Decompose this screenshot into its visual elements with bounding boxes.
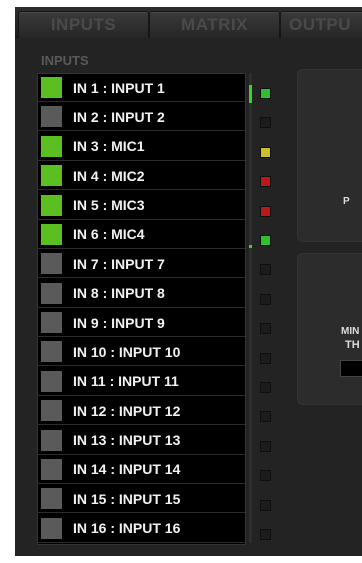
input-row[interactable]: IN 1 : INPUT 1: [38, 74, 245, 102]
input-row[interactable]: IN 9 : INPUT 9: [38, 309, 245, 337]
app-window: INPUTS MATRIX OUTPU INPUTS IN 1 : INPUT …: [15, 7, 362, 556]
input-enable-toggle[interactable]: [41, 106, 62, 128]
signal-led: [260, 440, 271, 452]
input-label: IN 5 : MIC3: [73, 197, 145, 213]
level-meter-in6: [249, 245, 252, 248]
panel-label-min: MIN: [341, 326, 360, 337]
input-row[interactable]: IN 10 : INPUT 10: [38, 338, 245, 367]
input-list: IN 1 : INPUT 1 IN 2 : INPUT 2 IN 3 : MIC1 I…: [37, 73, 246, 545]
tab-outputs[interactable]: OUTPU: [280, 11, 362, 38]
signal-led: [260, 529, 271, 540]
input-info-panel: P: [297, 69, 362, 242]
input-row[interactable]: IN 3 : MIC1: [38, 133, 245, 161]
level-meter-strip: [249, 73, 252, 543]
input-enable-toggle[interactable]: [41, 282, 62, 304]
input-label: IN 14 : INPUT 14: [73, 461, 181, 478]
input-row[interactable]: IN 13 : INPUT 13: [38, 427, 245, 455]
input-row[interactable]: IN 5 : MIC3: [38, 192, 245, 220]
input-enable-toggle[interactable]: [41, 312, 62, 333]
signal-led: [260, 205, 271, 217]
panel-label-top: P: [343, 196, 350, 207]
input-label: IN 7 : INPUT 7: [73, 255, 165, 272]
input-enable-toggle[interactable]: [41, 429, 62, 451]
input-label: IN 12 : INPUT 12: [73, 402, 181, 419]
gate-panel: ⋮ MIN TH: [297, 253, 362, 405]
input-enable-toggle[interactable]: [41, 341, 62, 363]
signal-led: [260, 323, 271, 335]
tab-matrix[interactable]: MATRIX: [149, 11, 280, 38]
input-label: IN 16 : INPUT 16: [73, 520, 181, 537]
knob-indicator-icon[interactable]: ⋮: [358, 290, 362, 304]
signal-led: [260, 176, 271, 188]
signal-led: [260, 411, 271, 423]
input-label: IN 1 : INPUT 1: [73, 79, 165, 96]
input-label: IN 3 : MIC1: [73, 138, 145, 155]
input-enable-toggle[interactable]: [41, 488, 62, 510]
input-row[interactable]: IN 6 : MIC4: [38, 221, 245, 249]
input-enable-toggle[interactable]: [41, 253, 62, 275]
signal-led: [260, 235, 271, 246]
signal-led: [260, 470, 271, 482]
input-label: IN 8 : INPUT 8: [73, 285, 165, 302]
signal-led: [260, 264, 271, 276]
tab-bar: INPUTS MATRIX OUTPU: [15, 7, 362, 38]
input-enable-toggle[interactable]: [41, 135, 62, 157]
section-label: INPUTS: [41, 53, 89, 68]
input-label: IN 4 : MIC2: [73, 167, 145, 184]
input-row[interactable]: IN 16 : INPUT 16: [38, 515, 245, 543]
input-row[interactable]: IN 11 : INPUT 11: [38, 368, 245, 396]
signal-led: [260, 352, 271, 364]
input-label: IN 15 : INPUT 15: [73, 490, 181, 507]
signal-led: [260, 88, 271, 99]
input-enable-toggle[interactable]: [41, 400, 62, 422]
input-row[interactable]: IN 4 : MIC2: [38, 162, 245, 191]
input-label: IN 13 : INPUT 13: [73, 432, 181, 448]
input-enable-toggle[interactable]: [41, 194, 62, 216]
level-meter-in1: [249, 85, 252, 103]
input-row[interactable]: IN 15 : INPUT 15: [38, 485, 245, 514]
input-enable-toggle[interactable]: [41, 370, 62, 392]
input-label: IN 10 : INPUT 10: [73, 343, 181, 360]
signal-led: [260, 117, 271, 129]
input-row[interactable]: IN 7 : INPUT 7: [38, 250, 245, 279]
input-label: IN 6 : MIC4: [73, 226, 145, 243]
input-enable-toggle[interactable]: [41, 77, 62, 98]
input-label: IN 9 : INPUT 9: [73, 314, 165, 331]
signal-led: [260, 146, 271, 158]
signal-led: [260, 499, 271, 511]
input-enable-toggle[interactable]: [41, 517, 62, 539]
panel-label-th: TH: [345, 339, 360, 351]
input-label: IN 2 : INPUT 2: [73, 108, 165, 125]
threshold-value-box[interactable]: [340, 360, 362, 377]
input-row[interactable]: IN 12 : INPUT 12: [38, 397, 245, 426]
input-row[interactable]: IN 14 : INPUT 14: [38, 456, 245, 484]
signal-led: [260, 293, 271, 305]
input-enable-toggle[interactable]: [41, 458, 62, 480]
input-row[interactable]: IN 2 : INPUT 2: [38, 103, 245, 132]
tab-inputs[interactable]: INPUTS: [18, 11, 149, 38]
signal-led: [260, 382, 271, 393]
input-label: IN 11 : INPUT 11: [73, 373, 179, 390]
input-row[interactable]: IN 8 : INPUT 8: [38, 280, 245, 308]
input-enable-toggle[interactable]: [41, 165, 62, 187]
input-enable-toggle[interactable]: [41, 223, 62, 245]
